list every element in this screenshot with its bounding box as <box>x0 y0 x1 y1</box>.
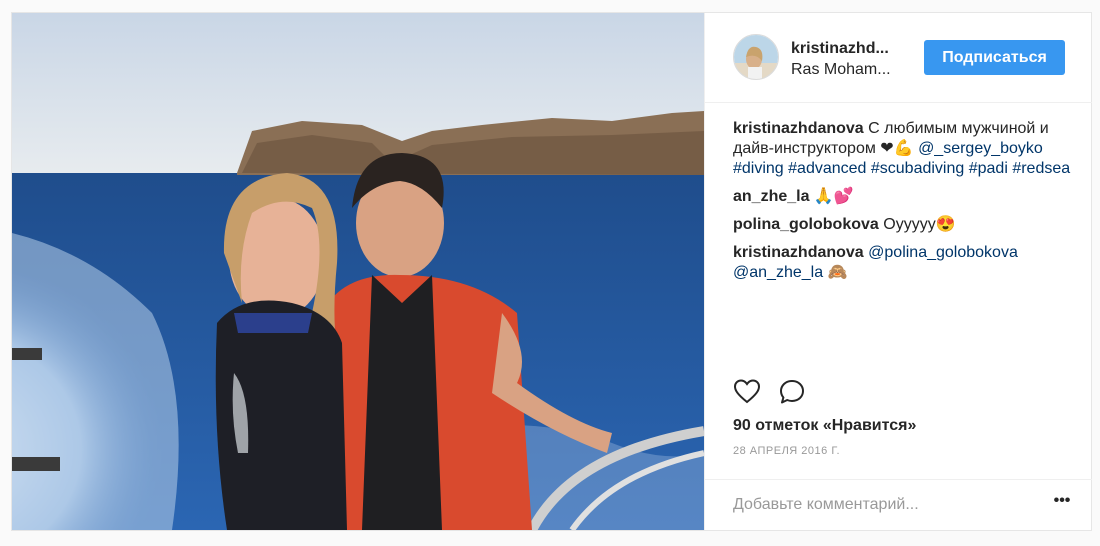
list-item: kristinazhdanova @polina_golobokova @an_… <box>733 243 1073 283</box>
comment-text: Oyyyyy😍 <box>878 216 956 233</box>
post-header: kristinazhd... Ras Moham... Подписаться <box>705 13 1092 103</box>
more-options-icon[interactable]: ••• <box>1050 492 1074 516</box>
post-date[interactable]: 28 АПРЕЛЯ 2016 Г. <box>733 445 840 457</box>
comment-username[interactable]: kristinazhdanova <box>733 120 864 137</box>
post-location[interactable]: Ras Moham... <box>791 61 906 79</box>
comment-bubble-icon[interactable] <box>778 378 806 406</box>
avatar-image <box>734 35 778 79</box>
list-item: an_zhe_la 🙏💕 <box>733 187 1073 207</box>
add-comment-section: ••• <box>705 479 1092 530</box>
list-item: kristinazhdanova С любимым мужчиной и да… <box>733 119 1073 179</box>
comment-input[interactable] <box>733 494 1023 516</box>
action-bar <box>705 378 1092 408</box>
heart-icon[interactable] <box>733 378 761 406</box>
comment-emoji: 🙈 <box>823 264 848 281</box>
comment-username[interactable]: an_zhe_la <box>733 188 809 205</box>
avatar[interactable] <box>733 34 779 80</box>
comment-text: 🙏💕 <box>809 188 854 205</box>
post-photo[interactable] <box>12 13 704 530</box>
post-card: kristinazhd... Ras Moham... Подписаться … <box>11 12 1092 531</box>
comment-username[interactable]: kristinazhdanova <box>733 244 864 261</box>
post-author-username[interactable]: kristinazhd... <box>791 40 906 58</box>
comment-username[interactable]: polina_golobokova <box>733 216 879 233</box>
follow-button[interactable]: Подписаться <box>924 40 1065 75</box>
photo-image <box>12 13 704 530</box>
likes-count[interactable]: 90 отметок «Нравится» <box>733 417 916 435</box>
comments-list: kristinazhdanova С любимым мужчиной и да… <box>733 119 1073 291</box>
post-sidebar: kristinazhd... Ras Moham... Подписаться … <box>704 13 1092 530</box>
list-item: polina_golobokova Oyyyyy😍 <box>733 215 1073 235</box>
